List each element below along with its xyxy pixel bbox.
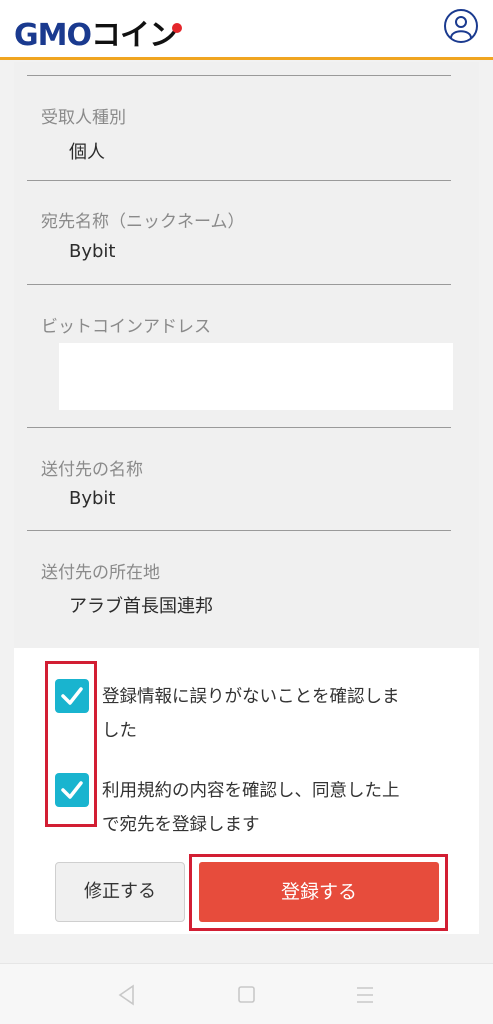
confirm-info-label[interactable]: 登録情報に誤りがないことを確認しま した xyxy=(102,680,447,748)
field-label-dest-location: 送付先の所在地 xyxy=(41,563,160,583)
btc-address-value xyxy=(59,343,453,410)
system-nav-bar xyxy=(0,963,493,1024)
field-label-nickname: 宛先名称（ニックネーム） xyxy=(41,212,245,232)
fix-button[interactable]: 修正する xyxy=(55,862,185,922)
divider xyxy=(27,427,451,428)
user-circle-icon[interactable] xyxy=(444,9,478,43)
field-value-recipient-type: 個人 xyxy=(69,142,105,163)
agree-terms-label[interactable]: 利用規約の内容を確認し、同意した上 で宛先を登録します xyxy=(102,774,447,842)
field-value-nickname: Bybit xyxy=(69,241,116,262)
register-button[interactable]: 登録する xyxy=(199,862,439,922)
logo-jp: コイン xyxy=(90,18,179,53)
field-value-dest-location: アラブ首長国連邦 xyxy=(69,596,213,617)
field-value-dest-name: Bybit xyxy=(69,488,116,509)
logo-dot xyxy=(171,23,182,33)
divider xyxy=(27,284,451,285)
field-label-btc-address: ビットコインアドレス xyxy=(41,317,211,337)
app-header: GMOコイン xyxy=(0,0,493,60)
back-icon[interactable] xyxy=(117,984,137,1006)
menu-icon[interactable] xyxy=(355,984,375,1006)
checkbox-highlight-frame xyxy=(45,661,97,827)
divider xyxy=(27,530,451,531)
logo-latin: GMO xyxy=(14,18,92,53)
gmo-coin-logo[interactable]: GMOコイン xyxy=(14,10,182,54)
field-label-dest-name: 送付先の名称 xyxy=(41,460,143,480)
divider xyxy=(27,180,451,181)
field-label-recipient-type: 受取人種別 xyxy=(41,108,126,128)
home-icon[interactable] xyxy=(237,984,257,1006)
